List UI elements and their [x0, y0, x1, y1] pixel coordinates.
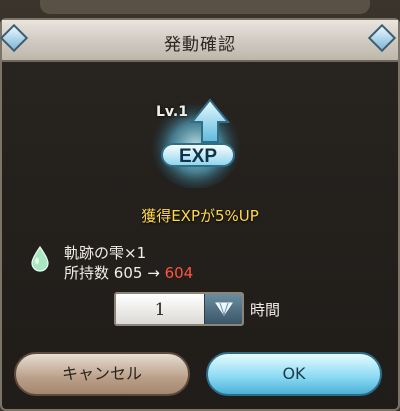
ok-button[interactable]: OK [206, 352, 382, 396]
item-name: 軌跡の雫×1 [64, 244, 147, 262]
exp-boost-icon: EXP [150, 97, 242, 188]
dropdown-arrow-icon [215, 302, 233, 316]
dropdown-arrow-button[interactable] [204, 294, 242, 324]
owned-arrow: → [147, 264, 160, 282]
owned-before: 605 [113, 264, 143, 282]
dialog-title-bar: 発動確認 [2, 20, 398, 62]
owned-after: 604 [164, 264, 194, 282]
owned-label: 所持数 [64, 264, 110, 282]
exp-label: EXP [179, 146, 217, 167]
droplet-icon [31, 246, 49, 272]
boost-description: 獲得EXPが5%UP [141, 207, 259, 225]
background-banner [40, 0, 370, 14]
dialog-title: 発動確認 [164, 35, 236, 55]
quantity-value: 1 [154, 300, 166, 320]
quantity-unit: 時間 [250, 301, 281, 319]
quantity-select[interactable]: 1 [114, 292, 244, 326]
cancel-button[interactable]: キャンセル [14, 352, 190, 396]
owned-count: 所持数 605 → 604 [64, 262, 193, 283]
level-label: Lv.1 [156, 104, 188, 120]
